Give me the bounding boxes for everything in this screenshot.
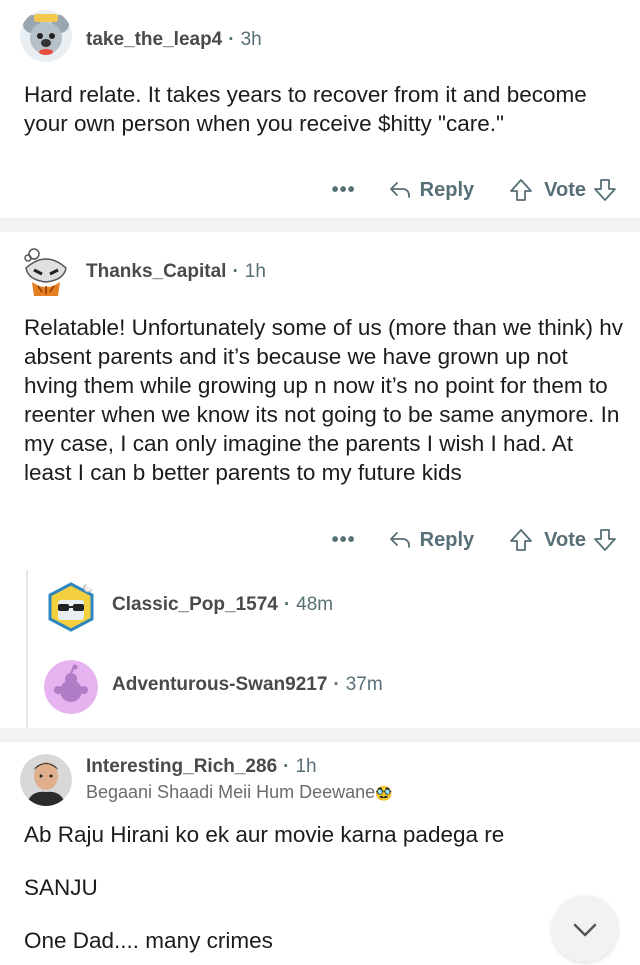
reply-arrow-icon xyxy=(389,182,410,198)
username[interactable]: Thanks_Capital xyxy=(86,261,226,282)
user-flair: Begaani Shaadi Meii Hum Deewane🥸 xyxy=(86,782,393,802)
reply-button[interactable]: Reply xyxy=(388,178,474,202)
more-options-button[interactable]: ••• xyxy=(332,179,356,202)
chevron-down-icon xyxy=(573,923,597,937)
username[interactable]: Adventurous-Swan9217 xyxy=(112,674,327,695)
more-options-button[interactable]: ••• xyxy=(332,529,356,552)
vote-control: Vote xyxy=(508,177,618,203)
sunglasses-snoo-avatar-icon[interactable] xyxy=(44,580,98,634)
collapsed-reply[interactable]: Adventurous-Swan9217 · 37m xyxy=(44,660,624,716)
upvote-icon[interactable] xyxy=(508,527,534,553)
reply-meta: Classic_Pop_1574 · 48m xyxy=(112,594,334,615)
comment-meta: Interesting_Rich_286 · 1h xyxy=(86,756,317,777)
comment-meta: take_the_leap4 · 3h xyxy=(86,29,262,50)
vote-label: Vote xyxy=(544,528,586,551)
man-photo-avatar-icon[interactable] xyxy=(20,754,72,806)
comment-divider xyxy=(0,218,640,232)
comment-actions: ••• Reply Vote xyxy=(332,175,618,205)
timestamp: 1h xyxy=(244,261,266,282)
koala-avatar-icon[interactable] xyxy=(20,10,72,62)
comment-meta: Thanks_Capital · 1h xyxy=(86,261,266,282)
reply-arrow-icon xyxy=(389,532,410,548)
scroll-to-next-button[interactable] xyxy=(552,896,618,962)
comment-1: take_the_leap4 · 3h Hard relate. It takes … xyxy=(0,0,640,218)
timestamp: 37m xyxy=(345,674,383,695)
comment-body: Relatable! Unfortunately some of us (mor… xyxy=(24,315,624,485)
collapsed-reply[interactable]: Classic_Pop_1574 · 48m xyxy=(44,580,624,636)
comment-actions: ••• Reply Vote xyxy=(332,525,618,555)
reply-meta: Adventurous-Swan9217 · 37m xyxy=(112,674,383,695)
default-snoo-avatar-icon[interactable] xyxy=(44,660,98,714)
username[interactable]: take_the_leap4 xyxy=(86,29,222,50)
timestamp: 3h xyxy=(240,29,262,50)
disguise-face-emoji: 🥸 xyxy=(375,784,393,801)
timestamp: 1h xyxy=(295,756,317,777)
comment-body: Hard relate. It takes years to recover f… xyxy=(24,82,587,136)
vote-control: Vote xyxy=(508,527,618,553)
comment-2: Thanks_Capital · 1h Relatable! Unfortunate… xyxy=(0,232,640,728)
comment-3: Interesting_Rich_286 · 1h Begaani Shaadi M… xyxy=(0,742,640,965)
comment-divider xyxy=(0,728,640,742)
thread-line[interactable] xyxy=(26,570,28,728)
username[interactable]: Classic_Pop_1574 xyxy=(112,594,278,615)
comment-body: Ab Raju Hirani ko ek aur movie karna pad… xyxy=(24,822,505,953)
timestamp: 48m xyxy=(296,594,334,615)
downvote-icon[interactable] xyxy=(592,527,618,553)
username[interactable]: Interesting_Rich_286 xyxy=(86,756,277,777)
upvote-icon[interactable] xyxy=(508,177,534,203)
vote-label: Vote xyxy=(544,178,586,201)
reply-button[interactable]: Reply xyxy=(388,528,474,552)
ghost-mask-avatar-icon[interactable] xyxy=(20,246,72,298)
downvote-icon[interactable] xyxy=(592,177,618,203)
